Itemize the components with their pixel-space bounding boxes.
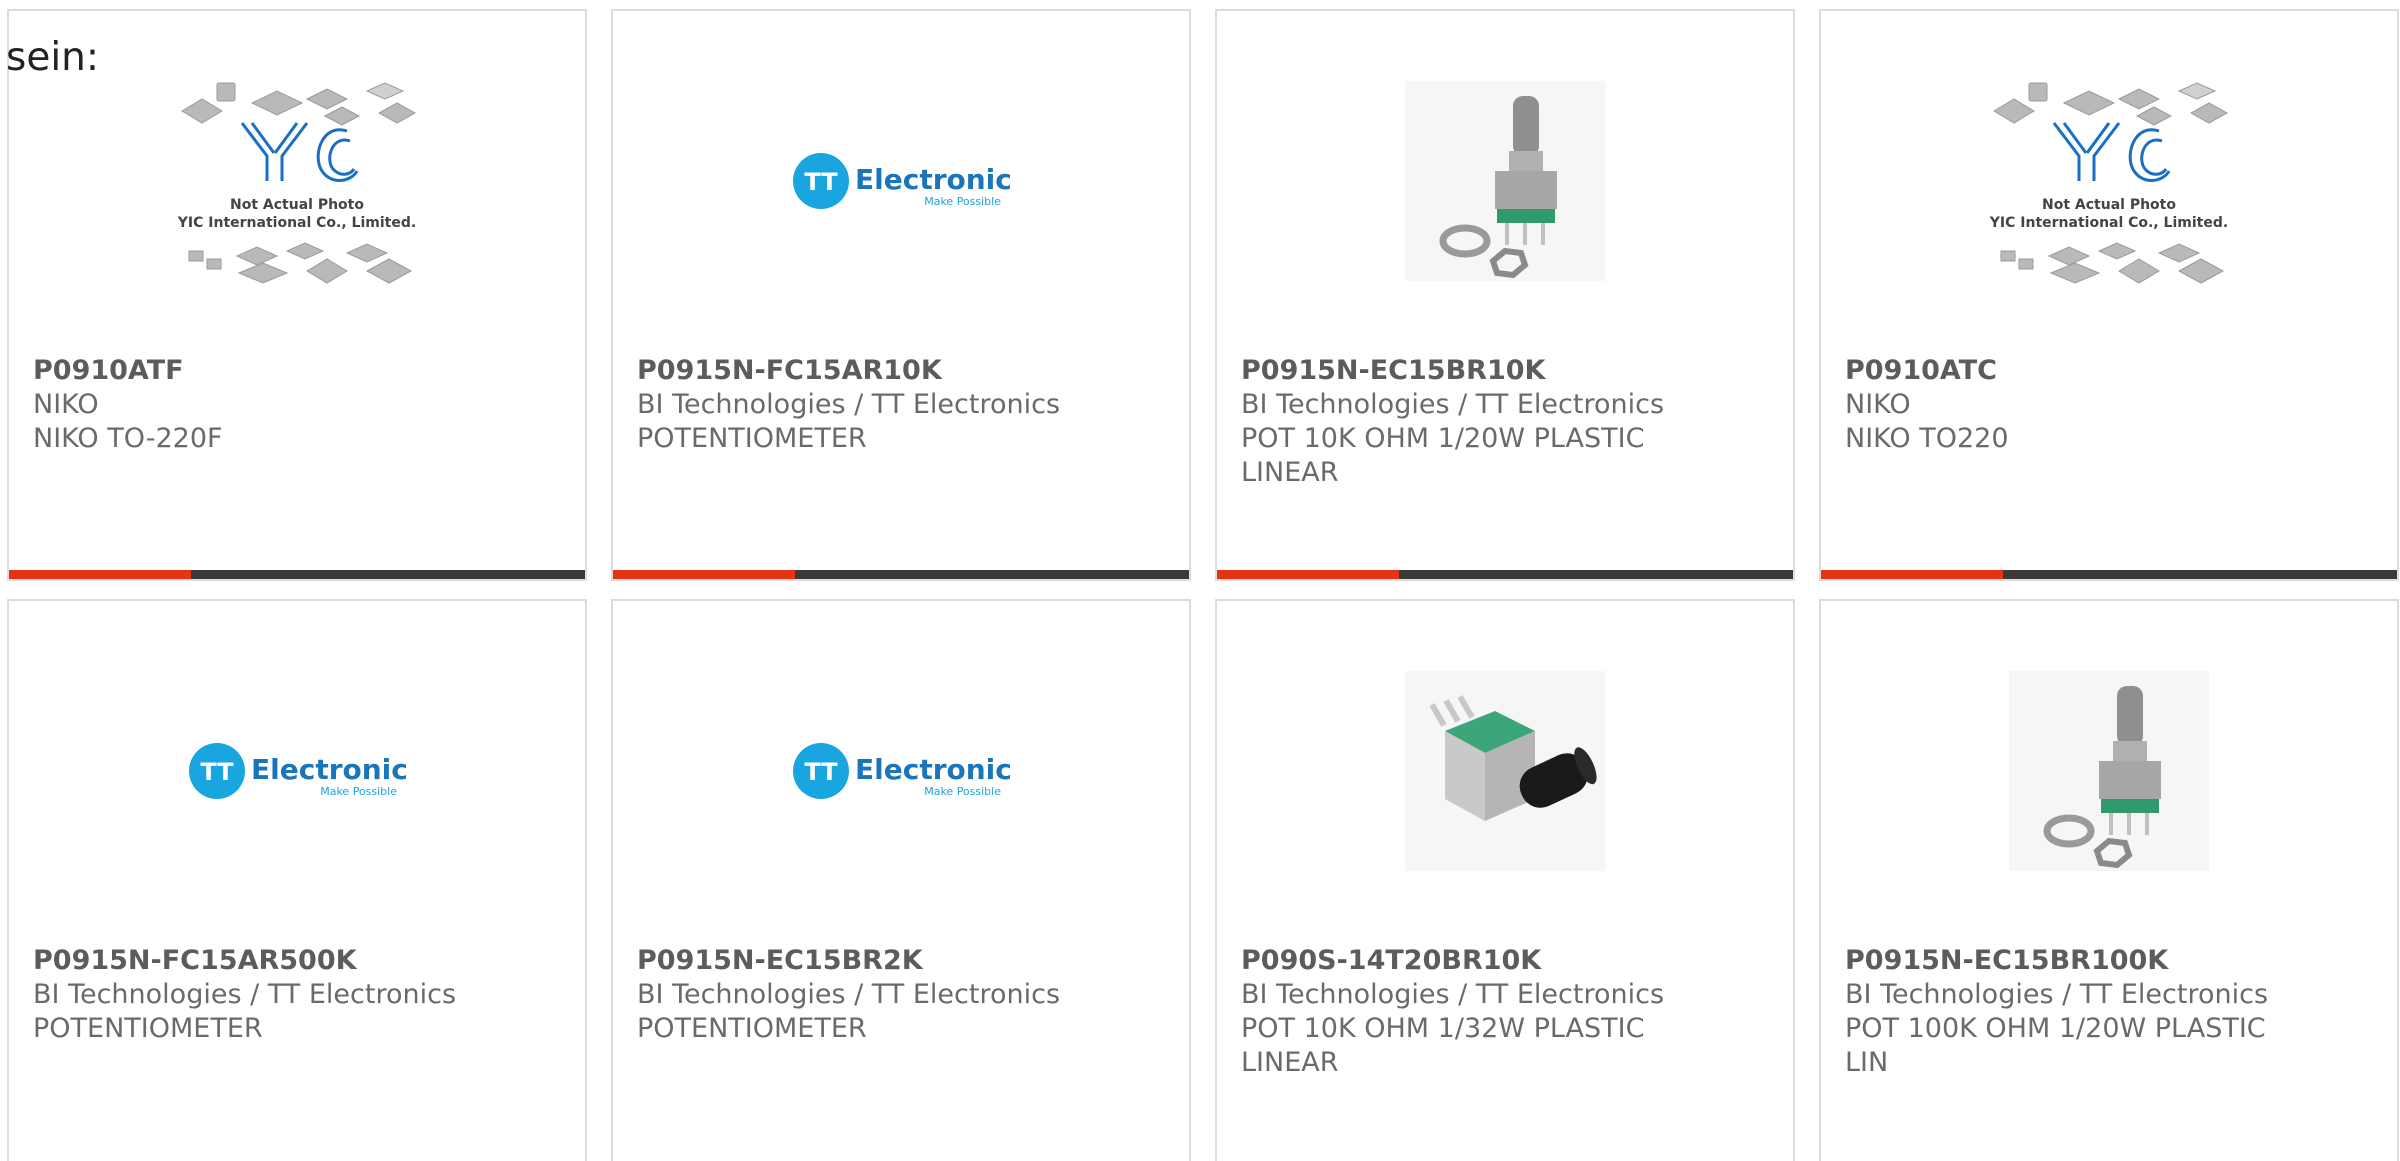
product-grid-page: sein: Not Actual Photo YIC International… (0, 0, 2400, 1161)
placeholder-line1: Not Actual Photo (2042, 197, 2176, 213)
placeholder-line2: YIC International Co., Limited. (1989, 215, 2228, 231)
yic-placeholder-icon: Not Actual Photo YIC International Co., … (177, 82, 416, 284)
description: POTENTIOMETER (33, 1013, 263, 1044)
part-number[interactable]: P0910ATC (1845, 354, 2275, 388)
manufacturer: BI Technologies / TT Electronics (637, 979, 1061, 1010)
manufacturer: BI Technologies / TT Electronics (1241, 979, 1665, 1010)
product-info: P090S-14T20BR10K BI Technologies / TT El… (1241, 944, 1769, 1080)
tt-electronics-logo-icon: TT Electronics Make Possible (793, 153, 1011, 209)
product-info: P0910ATF NIKO NIKO TO-220F (33, 354, 561, 456)
card-footer-bar (1821, 570, 2397, 579)
svg-text:Make Possible: Make Possible (924, 785, 1001, 798)
manufacturer: BI Technologies / TT Electronics (637, 389, 1061, 420)
placeholder-line1: Not Actual Photo (230, 197, 364, 213)
product-info: P0915N-EC15BR2K BI Technologies / TT Ele… (637, 944, 1165, 1046)
svg-text:Make Possible: Make Possible (320, 785, 397, 798)
part-number[interactable]: P0910ATF (33, 354, 463, 388)
product-image[interactable]: Not Actual Photo YIC International Co., … (147, 71, 447, 291)
product-card[interactable]: TT Electronics Make Possible P0915N-FC15… (7, 599, 587, 1161)
product-info: P0910ATC NIKO NIKO TO220 (1845, 354, 2373, 456)
description: POTENTIOMETER (637, 1013, 867, 1044)
svg-text:TT: TT (804, 758, 838, 786)
part-number[interactable]: P0915N-EC15BR10K (1241, 354, 1671, 388)
svg-text:Make Possible: Make Possible (924, 195, 1001, 208)
part-number[interactable]: P0915N-EC15BR100K (1845, 944, 2275, 978)
product-image[interactable] (1959, 661, 2259, 881)
potentiometer-icon (2009, 671, 2209, 871)
description: NIKO TO220 (1845, 423, 2009, 454)
product-card[interactable]: Not Actual Photo YIC International Co., … (1819, 9, 2399, 581)
product-image[interactable] (1355, 661, 1655, 881)
description: NIKO TO-220F (33, 423, 223, 454)
description: POT 10K OHM 1/20W PLASTIC LINEAR (1241, 423, 1645, 488)
manufacturer: BI Technologies / TT Electronics (1241, 389, 1665, 420)
product-info: P0915N-FC15AR10K BI Technologies / TT El… (637, 354, 1165, 456)
potentiometer-icon (1405, 671, 1605, 871)
product-info: P0915N-FC15AR500K BI Technologies / TT E… (33, 944, 561, 1046)
svg-text:Electronics: Electronics (855, 163, 1011, 196)
product-card[interactable]: P0915N-EC15BR100K BI Technologies / TT E… (1819, 599, 2399, 1161)
tt-electronics-logo-icon: TT Electronics Make Possible (793, 743, 1011, 799)
product-card[interactable]: TT Electronics Make Possible P0915N-EC15… (611, 599, 1191, 1161)
description: POT 100K OHM 1/20W PLASTIC LIN (1845, 1013, 2266, 1078)
svg-text:TT: TT (804, 168, 838, 196)
product-grid: Not Actual Photo YIC International Co., … (7, 9, 2399, 1161)
part-number[interactable]: P0915N-EC15BR2K (637, 944, 1067, 978)
product-card[interactable]: P090S-14T20BR10K BI Technologies / TT El… (1215, 599, 1795, 1161)
product-image[interactable] (1355, 71, 1655, 291)
manufacturer: BI Technologies / TT Electronics (1845, 979, 2269, 1010)
description: POTENTIOMETER (637, 423, 867, 454)
potentiometer-icon (1405, 81, 1605, 281)
card-footer-bar (613, 570, 1189, 579)
product-image[interactable]: TT Electronics Make Possible (751, 661, 1051, 881)
product-image[interactable]: TT Electronics Make Possible (751, 71, 1051, 291)
yic-placeholder-icon: Not Actual Photo YIC International Co., … (1989, 82, 2228, 284)
svg-text:TT: TT (200, 758, 234, 786)
product-info: P0915N-EC15BR10K BI Technologies / TT El… (1241, 354, 1769, 490)
tt-electronics-logo-icon: TT Electronics Make Possible (189, 743, 407, 799)
product-card[interactable]: Not Actual Photo YIC International Co., … (7, 9, 587, 581)
product-image[interactable]: TT Electronics Make Possible (147, 661, 447, 881)
placeholder-line2: YIC International Co., Limited. (177, 215, 416, 231)
part-number[interactable]: P090S-14T20BR10K (1241, 944, 1671, 978)
svg-text:Electronics: Electronics (855, 753, 1011, 786)
intro-text: sein: (6, 35, 100, 80)
part-number[interactable]: P0915N-FC15AR500K (33, 944, 463, 978)
product-card[interactable]: TT Electronics Make Possible P0915N-FC15… (611, 9, 1191, 581)
description: POT 10K OHM 1/32W PLASTIC LINEAR (1241, 1013, 1645, 1078)
product-info: P0915N-EC15BR100K BI Technologies / TT E… (1845, 944, 2373, 1080)
card-footer-bar (1217, 570, 1793, 579)
svg-text:Electronics: Electronics (251, 753, 407, 786)
manufacturer: NIKO (1845, 389, 1911, 420)
part-number[interactable]: P0915N-FC15AR10K (637, 354, 1067, 388)
product-image[interactable]: Not Actual Photo YIC International Co., … (1959, 71, 2259, 291)
manufacturer: NIKO (33, 389, 99, 420)
card-footer-bar (9, 570, 585, 579)
product-card[interactable]: P0915N-EC15BR10K BI Technologies / TT El… (1215, 9, 1795, 581)
manufacturer: BI Technologies / TT Electronics (33, 979, 457, 1010)
